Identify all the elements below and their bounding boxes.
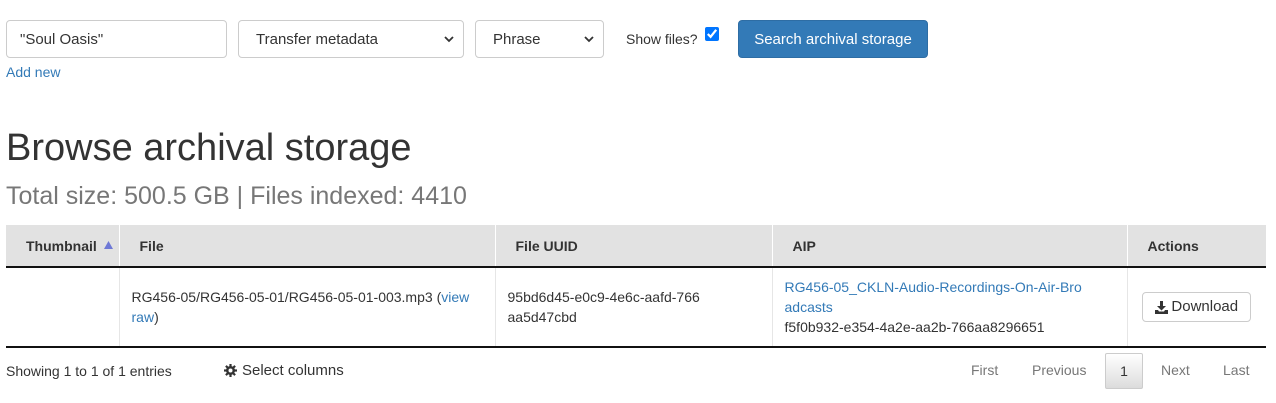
aip-name-link[interactable]: RG456-05_CKLN-Audio-Recordings-On-Air-Br…	[785, 277, 1085, 317]
pagination-previous[interactable]: Previous	[1032, 362, 1086, 378]
file-cell: RG456-05/RG456-05-01/RG456-05-01-003.mp3…	[119, 267, 496, 347]
aip-uuid: f5f0b932-e354-4a2e-aa2b-766aa8296651	[784, 319, 1045, 335]
search-query-value: "Soul Oasis"	[20, 30, 104, 48]
download-label: Download	[1171, 298, 1239, 315]
select-columns-label: Select columns	[242, 362, 344, 379]
search-submit-label: Search archival storage	[754, 30, 912, 48]
select-columns-button[interactable]: Select columns	[224, 362, 344, 379]
column-header-actions[interactable]: Actions	[1127, 225, 1266, 268]
actions-cell: Download	[1127, 267, 1266, 347]
column-header-thumbnail-label: Thumbnail	[26, 237, 97, 254]
column-header-aip[interactable]: AIP	[772, 225, 1128, 268]
file-uuid: 95bd6d45-e0c9-4e6c-aafd-766aa5d47cbd	[507, 289, 700, 325]
download-button[interactable]: Download	[1142, 292, 1252, 322]
pagination-current[interactable]: 1	[1105, 353, 1143, 389]
show-files-checkbox[interactable]	[705, 27, 719, 41]
thumbnail-cell	[6, 267, 120, 347]
search-type-value: Phrase	[493, 30, 541, 48]
column-header-file[interactable]: File	[119, 225, 496, 268]
search-field-select[interactable]: Transfer metadata	[238, 20, 464, 58]
page-subtitle: Total size: 500.5 GB | Files indexed: 44…	[6, 182, 467, 210]
aip-cell: RG456-05_CKLN-Audio-Recordings-On-Air-Br…	[772, 267, 1128, 347]
pagination-last[interactable]: Last	[1223, 362, 1249, 378]
results-table: Thumbnail File File UUID AIP Actions RG4…	[6, 225, 1266, 348]
pagination-first[interactable]: First	[971, 362, 998, 378]
search-type-select[interactable]: Phrase	[475, 20, 604, 58]
chevron-down-icon	[444, 36, 454, 43]
view-raw-close: )	[154, 309, 159, 325]
column-header-file-label: File	[139, 237, 164, 254]
search-query-input[interactable]: "Soul Oasis"	[6, 20, 227, 58]
add-new-link[interactable]: Add new	[6, 64, 60, 80]
column-header-file-uuid[interactable]: File UUID	[495, 225, 773, 268]
search-submit-button[interactable]: Search archival storage	[738, 20, 928, 58]
column-header-aip-label: AIP	[792, 237, 816, 254]
file-path: RG456-05/RG456-05-01/RG456-05-01-003.mp3	[131, 289, 433, 305]
page-title: Browse archival storage	[6, 127, 412, 169]
column-header-thumbnail[interactable]: Thumbnail	[6, 225, 120, 268]
column-header-file-uuid-label: File UUID	[515, 237, 578, 254]
download-icon	[1155, 300, 1169, 314]
column-header-actions-label: Actions	[1147, 237, 1199, 254]
table-row: RG456-05/RG456-05-01/RG456-05-01-003.mp3…	[6, 267, 1266, 347]
showing-entries-text: Showing 1 to 1 of 1 entries	[6, 363, 172, 379]
file-uuid-cell: 95bd6d45-e0c9-4e6c-aafd-766aa5d47cbd	[495, 267, 773, 347]
gear-icon	[224, 364, 237, 377]
sort-asc-icon	[103, 240, 113, 249]
pagination-next[interactable]: Next	[1161, 362, 1190, 378]
pagination-current-label: 1	[1120, 363, 1128, 379]
show-files-label: Show files?	[626, 31, 698, 47]
search-field-value: Transfer metadata	[256, 30, 378, 48]
chevron-down-icon	[584, 36, 594, 43]
